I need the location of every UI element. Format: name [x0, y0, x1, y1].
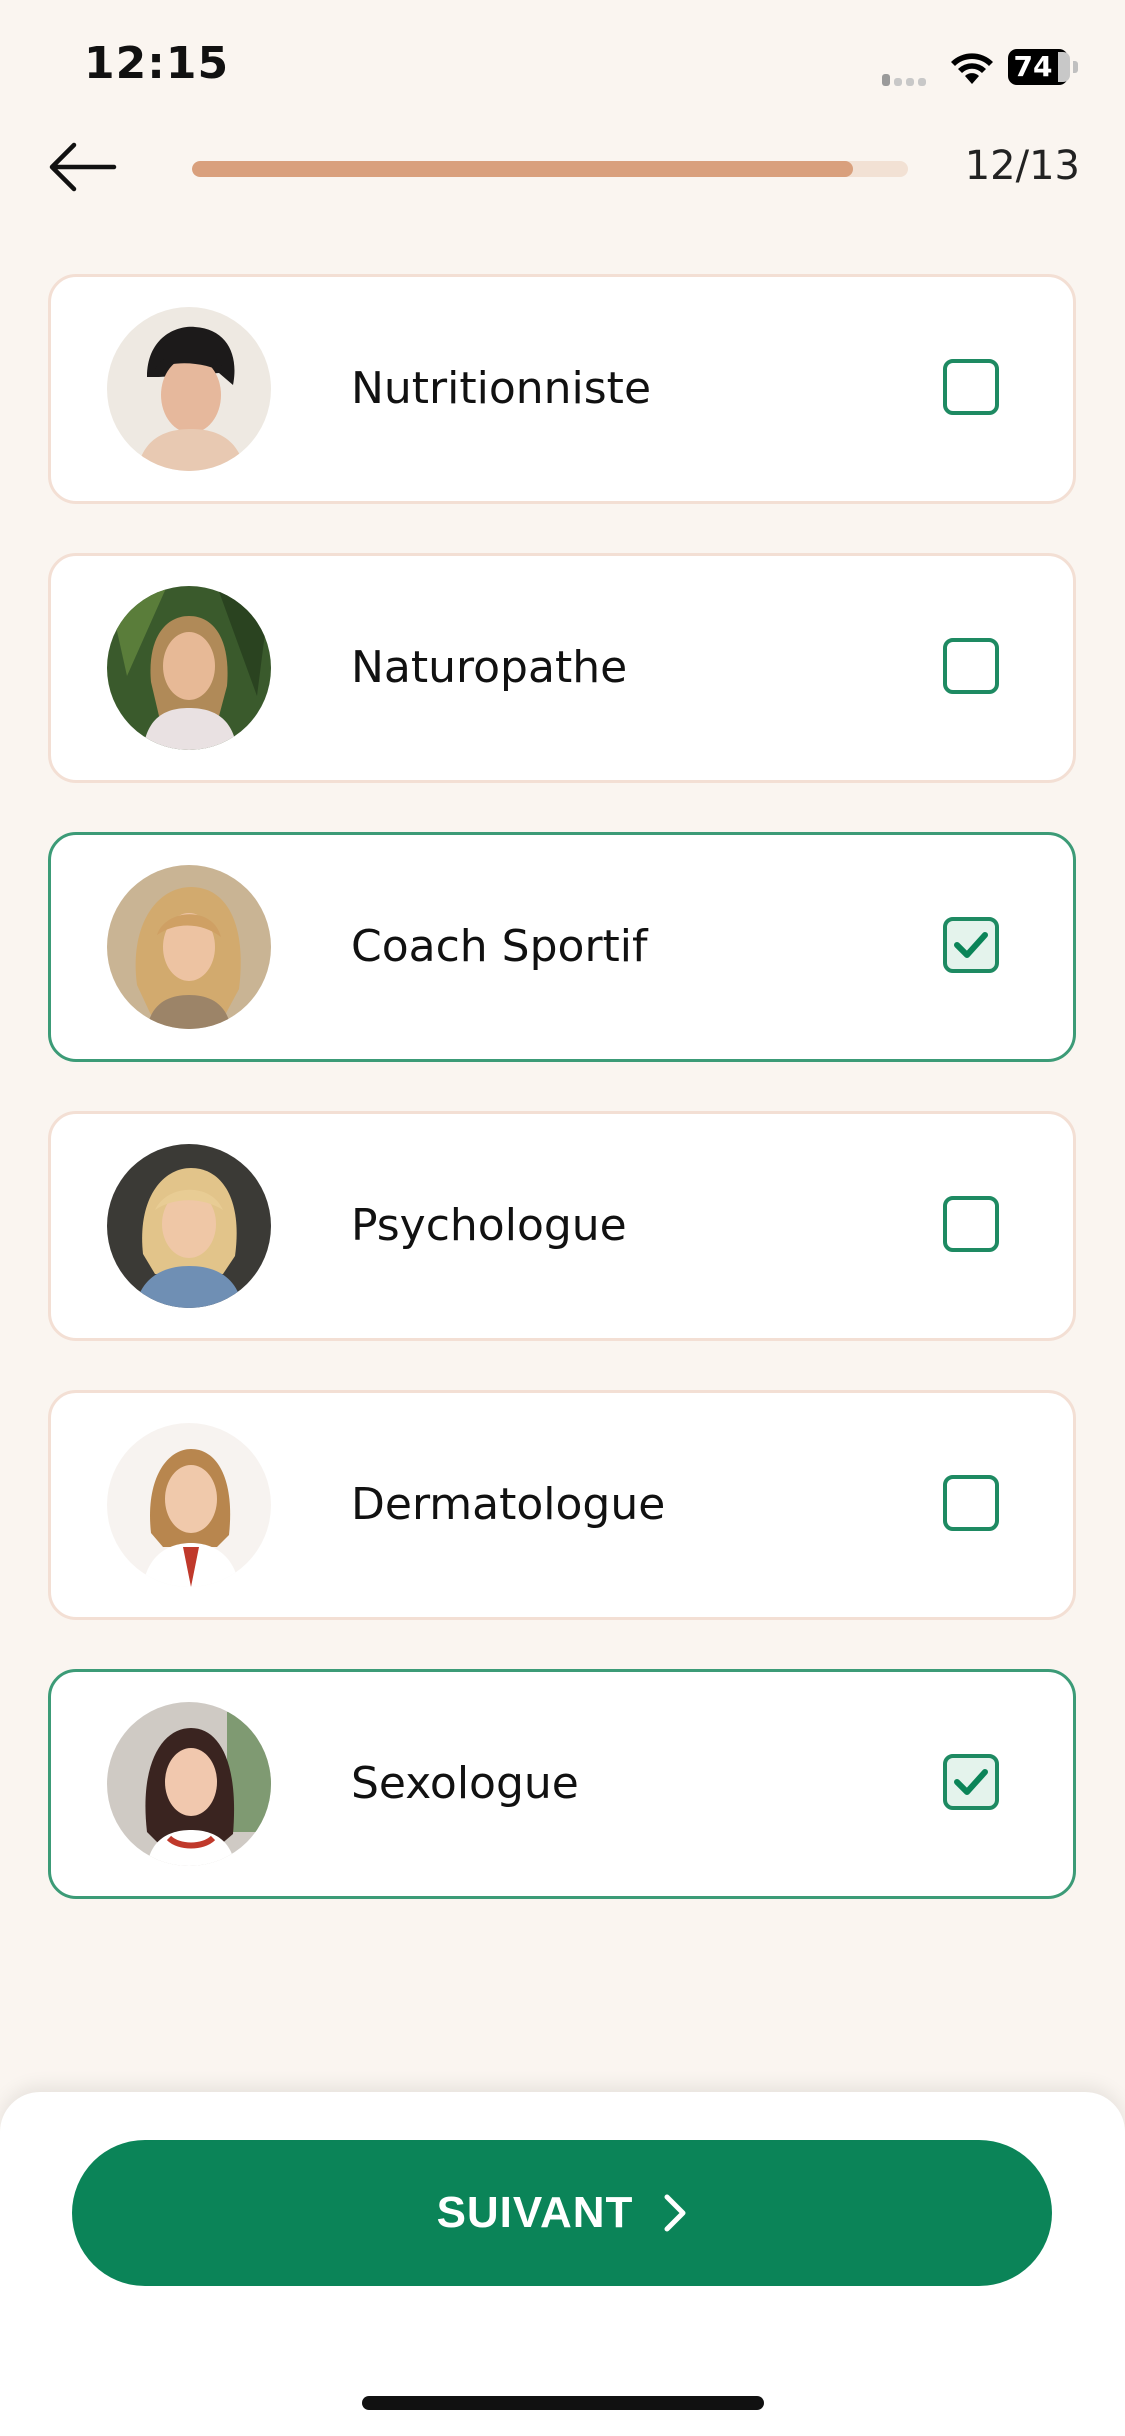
option-card-psychologue[interactable]: Psychologue: [48, 1111, 1076, 1341]
status-time: 12:15: [84, 38, 230, 89]
avatar: [107, 586, 271, 750]
option-label: Sexologue: [351, 1758, 579, 1809]
avatar: [107, 865, 271, 1029]
step-counter: 12/13: [964, 143, 1080, 189]
checkbox[interactable]: [943, 1196, 999, 1252]
status-bar: 12:15 74: [0, 0, 1125, 135]
header: 12/13: [0, 135, 1125, 235]
cellular-signal-icon: [882, 70, 934, 86]
checkbox[interactable]: [943, 1754, 999, 1810]
specialist-list: Nutritionniste Naturopathe Coach Sportif…: [48, 274, 1078, 1948]
progress-bar-fill: [192, 161, 853, 177]
home-indicator[interactable]: [362, 2396, 764, 2410]
option-card-naturopathe[interactable]: Naturopathe: [48, 553, 1076, 783]
battery-icon: 74: [1008, 49, 1078, 87]
avatar: [107, 1423, 271, 1587]
option-label: Naturopathe: [351, 642, 628, 693]
progress-bar: [192, 161, 908, 177]
checkmark-icon: [954, 1769, 988, 1795]
bottom-sheet: SUIVANT: [0, 2092, 1125, 2436]
back-button[interactable]: [44, 135, 124, 205]
checkbox[interactable]: [943, 638, 999, 694]
chevron-right-icon: [664, 2194, 686, 2232]
checkbox[interactable]: [943, 359, 999, 415]
arrow-left-icon: [49, 142, 117, 192]
checkbox[interactable]: [943, 1475, 999, 1531]
option-card-nutritionniste[interactable]: Nutritionniste: [48, 274, 1076, 504]
next-button[interactable]: SUIVANT: [72, 2140, 1052, 2286]
avatar: [107, 1144, 271, 1308]
avatar: [107, 1702, 271, 1866]
option-label: Psychologue: [351, 1200, 627, 1251]
option-label: Dermatologue: [351, 1479, 666, 1530]
avatar: [107, 307, 271, 471]
option-card-coach-sportif[interactable]: Coach Sportif: [48, 832, 1076, 1062]
battery-level: 74: [1013, 50, 1053, 83]
option-card-dermatologue[interactable]: Dermatologue: [48, 1390, 1076, 1620]
wifi-icon: [948, 48, 996, 88]
next-button-label: SUIVANT: [436, 2188, 634, 2237]
option-label: Coach Sportif: [351, 921, 648, 972]
checkmark-icon: [954, 932, 988, 958]
checkbox[interactable]: [943, 917, 999, 973]
option-card-sexologue[interactable]: Sexologue: [48, 1669, 1076, 1899]
option-label: Nutritionniste: [351, 363, 652, 414]
